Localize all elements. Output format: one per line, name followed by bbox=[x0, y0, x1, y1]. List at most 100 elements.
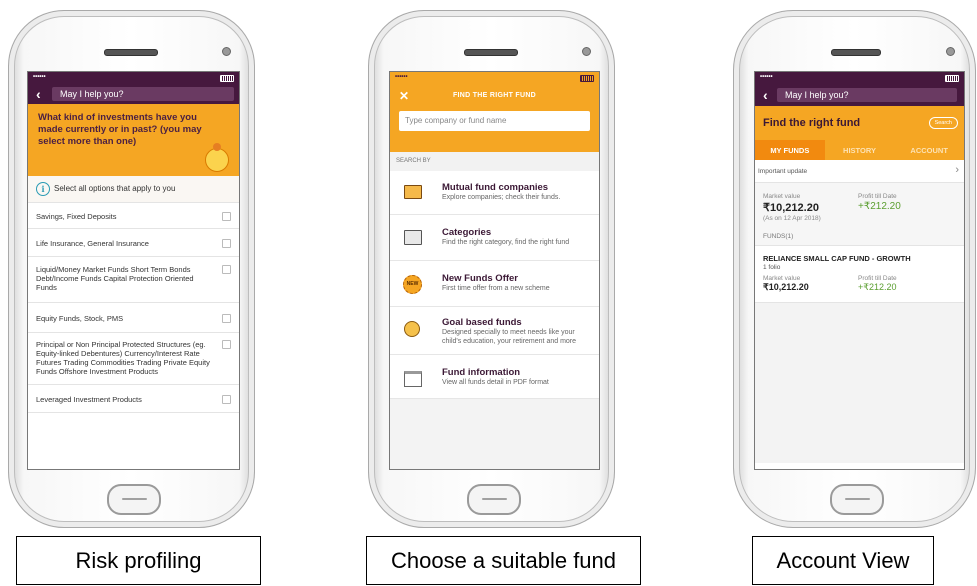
option-row[interactable]: Life Insurance, General Insurance bbox=[28, 229, 239, 257]
option-label: Liquid/Money Market Funds Short Term Bon… bbox=[36, 265, 194, 292]
fund-option-categories[interactable]: Categories Find the right category, find… bbox=[390, 215, 599, 261]
back-icon[interactable]: ‹ bbox=[763, 88, 768, 102]
option-checkbox[interactable] bbox=[222, 265, 231, 274]
profit-label: Profit till Date bbox=[858, 193, 897, 200]
fund-option-title: Fund information bbox=[442, 367, 521, 378]
phone-account-view: •••••• ‹ May I help you? Find the right … bbox=[733, 10, 976, 528]
account-screen: •••••• ‹ May I help you? Find the right … bbox=[754, 71, 965, 470]
home-button[interactable] bbox=[830, 484, 884, 515]
status-bar: •••••• bbox=[28, 72, 239, 84]
speaker-grille bbox=[104, 49, 158, 56]
nfo-badge-icon: NEW bbox=[403, 275, 422, 294]
fund-search-input[interactable]: Type company or fund name bbox=[399, 111, 590, 131]
search-by-label: SEARCH BY bbox=[390, 152, 599, 171]
help-input[interactable]: May I help you? bbox=[777, 88, 957, 102]
fund-option-title: Goal based funds bbox=[442, 317, 522, 328]
battery-icon bbox=[945, 75, 959, 82]
fund-option-subtitle: View all funds detail in PDF format bbox=[442, 379, 549, 386]
option-row[interactable]: Savings, Fixed Deposits bbox=[28, 203, 239, 229]
option-label: Principal or Non Principal Protected Str… bbox=[36, 340, 210, 376]
battery-icon bbox=[580, 75, 594, 82]
piggybank-icon bbox=[205, 143, 229, 172]
instruction-row: i Select all options that apply to you bbox=[28, 176, 239, 203]
fund-header-title: FIND THE RIGHT FUND bbox=[452, 92, 537, 99]
search-button[interactable]: Search bbox=[928, 117, 958, 129]
option-row[interactable]: Leveraged Investment Products bbox=[28, 385, 239, 413]
fund-header: ✕ FIND THE RIGHT FUND Type company or fu… bbox=[390, 84, 599, 152]
option-label: Equity Funds, Stock, PMS bbox=[36, 314, 124, 323]
caption-account-view: Account View bbox=[752, 536, 934, 585]
funds-count-label: FUNDS(1) bbox=[755, 231, 964, 245]
fund-option-subtitle: Explore companies; check their funds. bbox=[442, 194, 561, 201]
briefcase-icon bbox=[404, 185, 422, 199]
battery-icon bbox=[220, 75, 234, 82]
front-camera bbox=[946, 47, 955, 56]
coins-hand-icon bbox=[404, 321, 420, 337]
question-panel: What kind of investments have you made c… bbox=[28, 104, 239, 176]
option-label: Savings, Fixed Deposits bbox=[36, 212, 117, 221]
fund-card[interactable]: RELIANCE SMALL CAP FUND - GROWTH 1 folio… bbox=[755, 245, 964, 303]
status-bar: •••••• bbox=[755, 72, 964, 84]
fund-option-new-funds-offer[interactable]: NEW New Funds Offer First time offer fro… bbox=[390, 261, 599, 307]
profit-value: +₹212.20 bbox=[858, 201, 901, 212]
option-row[interactable]: Principal or Non Principal Protected Str… bbox=[28, 333, 239, 385]
speaker-grille bbox=[464, 49, 518, 56]
question-text: What kind of investments have you made c… bbox=[38, 112, 202, 147]
fund-option-title: Mutual fund companies bbox=[442, 182, 549, 193]
signal-icon: •••••• bbox=[395, 74, 408, 80]
front-camera bbox=[582, 47, 591, 56]
fund-market-label: Market value bbox=[763, 275, 801, 282]
as-on-date: (As on 12 Apr 2018) bbox=[763, 215, 821, 222]
option-row[interactable]: Equity Funds, Stock, PMS bbox=[28, 303, 239, 333]
option-row[interactable]: Liquid/Money Market Funds Short Term Bon… bbox=[28, 257, 239, 303]
account-title-bar: Find the right fund Search bbox=[755, 106, 964, 140]
info-icon: i bbox=[36, 182, 50, 196]
phone-risk-profiling: •••••• ‹ May I help you? What kind of in… bbox=[8, 10, 255, 528]
back-icon[interactable]: ‹ bbox=[36, 87, 41, 101]
caption-choose-fund: Choose a suitable fund bbox=[366, 536, 641, 585]
option-checkbox[interactable] bbox=[222, 395, 231, 404]
market-value: ₹10,212.20 bbox=[763, 202, 819, 214]
tab-my-funds[interactable]: MY FUNDS bbox=[755, 140, 825, 160]
fund-option-subtitle: Designed specially to meet needs like yo… bbox=[442, 329, 577, 345]
signal-icon: •••••• bbox=[33, 74, 46, 80]
document-icon bbox=[404, 371, 422, 387]
option-label: Leveraged Investment Products bbox=[36, 395, 142, 404]
fund-profit-value: +₹212.20 bbox=[858, 282, 897, 292]
fund-option-mutual-fund-companies[interactable]: Mutual fund companies Explore companies;… bbox=[390, 171, 599, 215]
tab-account[interactable]: ACCOUNT bbox=[894, 140, 964, 160]
chevron-right-icon: › bbox=[955, 164, 959, 176]
fund-option-goal-based-funds[interactable]: Goal based funds Designed specially to m… bbox=[390, 307, 599, 355]
help-input[interactable]: May I help you? bbox=[52, 87, 234, 101]
risk-screen: •••••• ‹ May I help you? What kind of in… bbox=[27, 71, 240, 470]
fund-market-value: ₹10,212.20 bbox=[763, 282, 809, 292]
header-bar: ‹ May I help you? bbox=[755, 84, 964, 106]
fund-option-fund-information[interactable]: Fund information View all funds detail i… bbox=[390, 355, 599, 399]
fund-name: RELIANCE SMALL CAP FUND - GROWTH bbox=[763, 254, 911, 263]
home-button[interactable] bbox=[107, 484, 161, 515]
front-camera bbox=[222, 47, 231, 56]
header-bar: ‹ May I help you? bbox=[28, 84, 239, 104]
option-checkbox[interactable] bbox=[222, 239, 231, 248]
important-update-row[interactable]: Important update › bbox=[755, 160, 964, 183]
home-button[interactable] bbox=[467, 484, 521, 515]
fund-option-title: New Funds Offer bbox=[442, 273, 519, 284]
drawer-icon bbox=[404, 230, 422, 245]
account-tabs: MY FUNDS HISTORY ACCOUNT bbox=[755, 140, 964, 160]
fund-option-subtitle: Find the right category, find the right … bbox=[442, 239, 570, 246]
account-title: Find the right fund bbox=[763, 117, 861, 129]
tab-history[interactable]: HISTORY bbox=[825, 140, 895, 160]
fund-option-title: Categories bbox=[442, 227, 492, 238]
account-empty-area bbox=[755, 303, 964, 463]
folio-count: 1 folio bbox=[763, 264, 781, 271]
signal-icon: •••••• bbox=[760, 74, 773, 80]
option-checkbox[interactable] bbox=[222, 212, 231, 221]
fund-screen: •••••• ✕ FIND THE RIGHT FUND Type compan… bbox=[389, 71, 600, 470]
phone-choose-fund: •••••• ✕ FIND THE RIGHT FUND Type compan… bbox=[368, 10, 615, 528]
status-bar: •••••• bbox=[390, 72, 599, 84]
fund-option-subtitle: First time offer from a new scheme bbox=[442, 285, 550, 292]
option-checkbox[interactable] bbox=[222, 314, 231, 323]
option-checkbox[interactable] bbox=[222, 340, 231, 349]
portfolio-summary: Market value ₹10,212.20 (As on 12 Apr 20… bbox=[755, 183, 964, 231]
speaker-grille bbox=[831, 49, 881, 56]
